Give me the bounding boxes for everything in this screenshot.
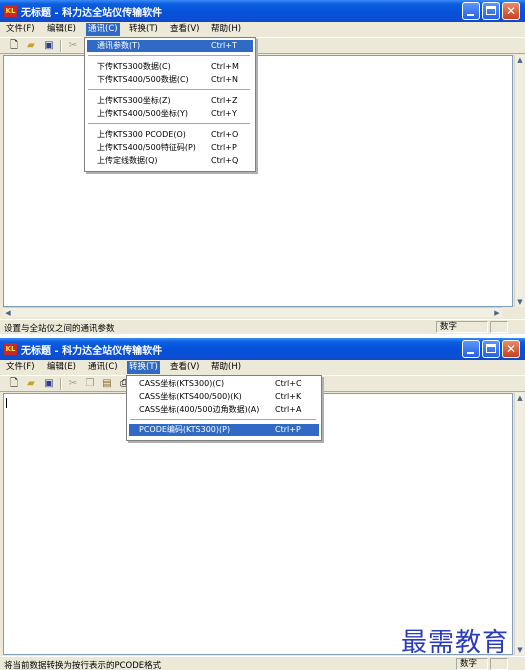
open-folder-icon[interactable]: ▰ [25, 378, 37, 390]
close-button[interactable]: ✕ [502, 340, 520, 358]
status-pane-numlock: 数字 [436, 321, 488, 333]
menu-option-upload-alignment[interactable]: 上传定线数据(Q) Ctrl+Q [87, 155, 253, 167]
menu-convert[interactable]: 转换(T) [127, 23, 160, 36]
toolbar-separator [60, 378, 62, 390]
menu-view[interactable]: 查看(V) [168, 23, 201, 36]
window-title: 无标题 - 科力达全站仪传输软件 [21, 8, 163, 19]
horizontal-scrollbar[interactable]: ◀ ▶ [3, 307, 502, 317]
paste-icon[interactable]: ▤ [101, 378, 113, 390]
menu-help[interactable]: 帮助(H) [209, 23, 243, 36]
menu-option-cass-kts400[interactable]: CASS坐标(KTS400/500)(K) Ctrl+K [129, 391, 319, 403]
menu-help[interactable]: 帮助(H) [209, 361, 243, 374]
cut-icon[interactable]: ✂ [67, 40, 79, 52]
app-window-2: KL 无标题 - 科力达全站仪传输软件 ✕ 文件(F) 编辑(E) 通讯(C) … [0, 338, 525, 670]
toolbar: 🗋 ▰ ▣ ✂ [0, 37, 525, 54]
title-bar[interactable]: KL 无标题 - 科力达全站仪传输软件 ✕ [0, 338, 525, 360]
menu-option-pcode[interactable]: PCODE编码(KTS300)(P) Ctrl+P [129, 424, 319, 436]
document-area[interactable] [3, 55, 513, 307]
menu-separator [88, 123, 250, 124]
menu-option-comm-params[interactable]: 通讯参数(T) Ctrl+T [87, 40, 253, 52]
menu-option-cass-angle-data[interactable]: CASS坐标(400/500边角数据)(A) Ctrl+A [129, 404, 319, 416]
app-logo-icon: KL [4, 5, 17, 17]
minimize-button[interactable] [462, 2, 480, 20]
title-bar[interactable]: KL 无标题 - 科力达全站仪传输软件 ✕ [0, 0, 525, 22]
copy-icon[interactable]: ❐ [84, 378, 96, 390]
menu-comm[interactable]: 通讯(C) [86, 361, 120, 374]
status-pane-numlock: 数字 [456, 658, 488, 670]
scroll-down-icon[interactable]: ▼ [515, 297, 525, 307]
open-folder-icon[interactable]: ▰ [25, 40, 37, 52]
scroll-right-icon[interactable]: ▶ [492, 308, 502, 318]
convert-dropdown-menu: CASS坐标(KTS300)(C) Ctrl+C CASS坐标(KTS400/5… [126, 375, 322, 441]
cut-icon[interactable]: ✂ [67, 378, 79, 390]
menu-bar: 文件(F) 编辑(E) 通讯(C) 转换(T) 查看(V) 帮助(H) [0, 22, 525, 37]
minimize-button[interactable] [462, 340, 480, 358]
comm-dropdown-menu: 通讯参数(T) Ctrl+T 下传KTS300数据(C) Ctrl+M 下传KT… [84, 37, 256, 172]
save-icon[interactable]: ▣ [43, 378, 55, 390]
scroll-up-icon[interactable]: ▲ [515, 393, 525, 403]
menu-option-download-kts400[interactable]: 下传KTS400/500数据(C) Ctrl+N [87, 74, 253, 86]
maximize-icon [486, 344, 496, 353]
minimize-icon [467, 14, 474, 16]
close-icon: ✕ [505, 342, 517, 356]
maximize-button[interactable] [482, 340, 500, 358]
scroll-down-icon[interactable]: ▼ [515, 645, 525, 655]
window-title: 无标题 - 科力达全站仪传输软件 [21, 346, 163, 357]
status-pane-empty [490, 321, 508, 333]
vertical-scrollbar[interactable]: ▲ ▼ [514, 55, 524, 307]
menu-option-cass-kts300[interactable]: CASS坐标(KTS300)(C) Ctrl+C [129, 378, 319, 390]
menu-edit[interactable]: 编辑(E) [45, 361, 78, 374]
save-icon[interactable]: ▣ [43, 40, 55, 52]
menu-separator [88, 55, 250, 56]
new-file-icon[interactable]: 🗋 [8, 378, 20, 390]
scroll-left-icon[interactable]: ◀ [3, 308, 13, 318]
maximize-icon [486, 6, 496, 15]
menu-file[interactable]: 文件(F) [4, 23, 37, 36]
scroll-up-icon[interactable]: ▲ [515, 55, 525, 65]
menu-file[interactable]: 文件(F) [4, 361, 37, 374]
menu-separator [88, 89, 250, 90]
app-logo-icon: KL [4, 343, 17, 355]
menu-comm[interactable]: 通讯(C) [86, 23, 120, 36]
status-pane-empty [490, 658, 508, 670]
close-button[interactable]: ✕ [502, 2, 520, 20]
menu-bar: 文件(F) 编辑(E) 通讯(C) 转换(T) 查看(V) 帮助(H) [0, 360, 525, 375]
menu-convert[interactable]: 转换(T) [127, 361, 160, 374]
menu-option-download-kts300[interactable]: 下传KTS300数据(C) Ctrl+M [87, 61, 253, 73]
close-icon: ✕ [505, 4, 517, 18]
status-bar: 设置与全站仪之间的通讯参数 数字 [0, 319, 525, 334]
menu-edit[interactable]: 编辑(E) [45, 23, 78, 36]
toolbar-separator [60, 40, 62, 52]
watermark-text: 最需教育 [401, 628, 510, 658]
text-cursor [6, 398, 7, 408]
status-text: 设置与全站仪之间的通讯参数 [4, 324, 115, 334]
menu-option-upload-feature-code[interactable]: 上传KTS400/500特征码(P) Ctrl+P [87, 142, 253, 154]
menu-option-upload-kts400-coords[interactable]: 上传KTS400/500坐标(Y) Ctrl+Y [87, 108, 253, 120]
vertical-scrollbar[interactable]: ▲ ▼ [514, 393, 524, 655]
menu-option-upload-pcode[interactable]: 上传KTS300 PCODE(O) Ctrl+O [87, 129, 253, 141]
menu-option-upload-kts300-coords[interactable]: 上传KTS300坐标(Z) Ctrl+Z [87, 95, 253, 107]
menu-view[interactable]: 查看(V) [168, 361, 201, 374]
minimize-icon [467, 352, 474, 354]
status-text: 将当前数据转换为按行表示的PCODE格式 [4, 661, 162, 670]
app-window-1: KL 无标题 - 科力达全站仪传输软件 ✕ 文件(F) 编辑(E) 通讯(C) … [0, 0, 525, 334]
new-file-icon[interactable]: 🗋 [8, 40, 20, 52]
menu-separator [130, 419, 316, 420]
maximize-button[interactable] [482, 2, 500, 20]
